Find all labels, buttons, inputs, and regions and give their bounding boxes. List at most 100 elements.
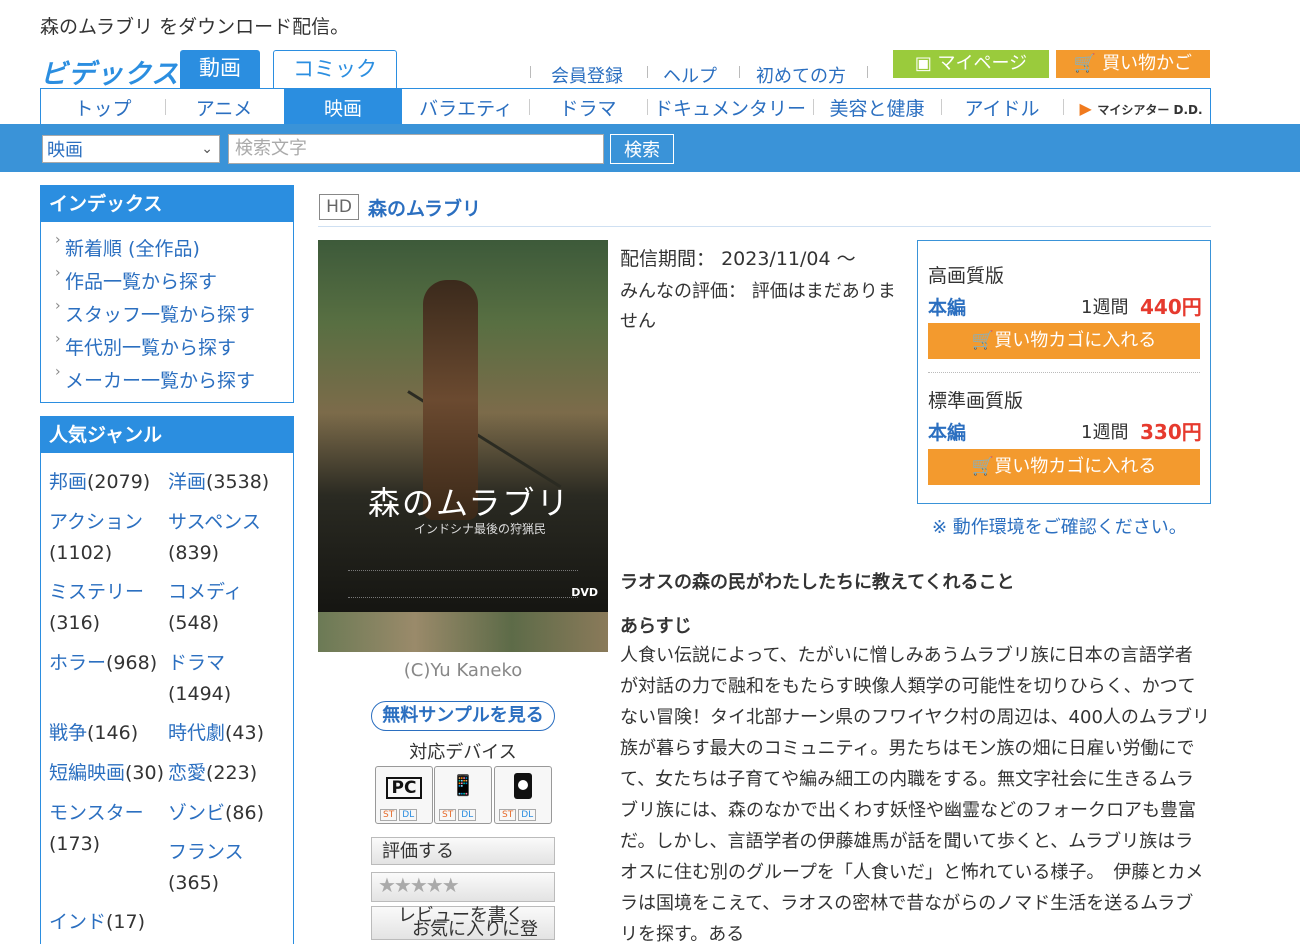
help-link[interactable]: ヘルプ [663,62,717,88]
index-title: インデックス [41,186,293,222]
genre-item[interactable]: サスペンス (839) [168,507,261,569]
poster-image[interactable]: 森のムラブリ インドシナ最後の狩猟民 DVD [318,240,608,652]
divider [739,66,740,78]
cart-icon: 🛒 [971,330,995,351]
tab-comic[interactable]: コミック [273,50,397,88]
sd-honpen-link[interactable]: 本編 [928,418,966,445]
genre-name: サスペンス [168,511,261,533]
review-favorite-buttons[interactable]: レビューを書く お気に入りに登 [371,905,555,941]
add-favorite-button[interactable]: お気に入りに登 [412,915,538,941]
cat-beauty[interactable]: 美容と健康 [813,89,941,125]
genre-item[interactable]: ゾンビ(86) [168,798,264,829]
divider [1063,99,1064,115]
genre-item[interactable]: 短編映画(30) [49,758,164,789]
genre-item[interactable]: 邦画(2079) [49,467,150,498]
user-rating: みんなの評価： 評価はまだありません [620,277,905,337]
index-item[interactable]: スタッフ一覧から探す [55,298,255,327]
cat-anime[interactable]: アニメ [165,89,283,125]
apple-glyph [514,773,532,799]
dl-tag: DL [518,809,537,821]
index-item[interactable]: 作品一覧から探す [55,265,217,294]
device-tags: ST DL [439,809,478,821]
genre-item[interactable]: コメディ (548) [168,577,243,639]
genre-count: (173) [49,833,101,855]
environment-note-link[interactable]: ※ 動作環境をご確認ください。 [932,513,1187,539]
poster-title: 森のムラブリ [368,484,571,522]
hd-badge: HD [319,194,359,220]
genre-name: ドラマ [168,652,226,674]
index-item[interactable]: メーカー一覧から探す [55,364,255,393]
genre-name: 時代劇 [168,722,226,744]
device-tags: ST DL [499,809,538,821]
device-android: 📱 ST DL [434,766,492,824]
category-nav: トップ アニメ 映画 バラエティ ドラマ ドキュメンタリー 美容と健康 アイドル… [40,88,1211,125]
catchcopy: ラオスの森の民がわたしたちに教えてくれること [620,572,1015,593]
star-rating[interactable]: ★★★★★ [371,872,555,902]
genre-item[interactable]: ドラマ (1494) [168,648,231,710]
st-tag: ST [499,809,517,821]
genre-item[interactable]: インド(17) [49,907,145,938]
copyright: (C)Yu Kaneko [403,660,523,681]
cat-variety[interactable]: バラエティ [403,89,529,125]
genre-name: 短編映画 [49,762,126,784]
genre-count: (839) [168,542,220,564]
genre-item[interactable]: 恋愛(223) [168,758,257,789]
cat-mytheater[interactable]: ▶ マイシアター D.D. [1071,89,1211,125]
genre-count: (548) [168,612,220,634]
sd-add-to-cart-button[interactable]: 🛒買い物カゴに入れる [928,449,1200,485]
rate-button[interactable]: 評価する [371,837,555,865]
mytheater-label: マイシアター D.D. [1097,103,1203,117]
index-box: インデックス 新着順 (全作品) 作品一覧から探す スタッフ一覧から探す 年代別… [40,185,294,403]
poster-subtitle: インドシナ最後の狩猟民 [414,522,547,536]
page-tagline: 森のムラブリ をダウンロード配信。 [40,16,350,38]
genre-title: 人気ジャンル [41,417,293,453]
divider [647,66,648,78]
cat-documentary[interactable]: ドキュメンタリー [647,89,813,125]
search-category-select[interactable]: 映画 ⌄ [42,135,220,163]
product-title[interactable]: 森のムラブリ [368,194,481,221]
cat-movie[interactable]: 映画 [284,89,402,125]
genre-name: フランス [168,841,244,863]
beginner-link[interactable]: 初めての方 [756,62,846,88]
hq-honpen-link[interactable]: 本編 [928,293,966,320]
cart-button-label: 買い物カゴに入れる [994,456,1157,477]
android-icon: 📱 [450,773,476,797]
register-link[interactable]: 会員登録 [551,62,623,88]
search-input[interactable]: 検索文字 [228,134,604,164]
genre-name: 邦画 [49,471,88,493]
cart-label: 買い物かご [1102,53,1193,74]
genre-count: (43) [225,722,265,744]
divider [928,372,1200,373]
poster-photo-strip [318,612,608,652]
search-button[interactable]: 検索 [610,134,674,164]
apple-icon [495,773,551,804]
genre-name: コメディ [168,581,243,603]
cat-top[interactable]: トップ [41,89,165,125]
genre-item[interactable]: ホラー(968) [49,648,157,679]
genre-item[interactable]: フランス (365) [168,837,244,899]
cat-drama[interactable]: ドラマ [529,89,647,125]
sd-price: 330円 [1140,420,1202,444]
cart-button[interactable]: 🛒 買い物かご [1056,50,1210,78]
cart-icon: 🛒 [971,456,995,477]
genre-item[interactable]: モンスター (173) [49,798,144,860]
genre-count: (3538) [206,471,270,493]
st-tag: ST [380,809,398,821]
index-item[interactable]: 年代別一覧から探す [55,331,236,360]
genre-item[interactable]: ミステリー (316) [49,577,144,639]
tab-douga[interactable]: 動画 [180,50,260,88]
mypage-button[interactable]: ▣ マイページ [893,50,1049,78]
genre-item[interactable]: アクション (1102) [49,507,143,569]
genre-item[interactable]: 洋画(3538) [168,467,269,498]
hq-add-to-cart-button[interactable]: 🛒買い物カゴに入れる [928,323,1200,359]
index-item[interactable]: 新着順 (全作品) [55,232,200,261]
genre-count: (1102) [49,542,113,564]
cat-idol[interactable]: アイドル [941,89,1063,125]
site-logo[interactable]: ビデックス [40,52,179,91]
genre-name: モンスター [49,802,144,824]
genre-name: ミステリー [49,581,145,603]
free-sample-button[interactable]: 無料サンプルを見る [371,701,555,731]
search-select-value: 映画 [47,140,83,161]
genre-item[interactable]: 時代劇(43) [168,718,264,749]
genre-item[interactable]: 戦争(146) [49,718,138,749]
